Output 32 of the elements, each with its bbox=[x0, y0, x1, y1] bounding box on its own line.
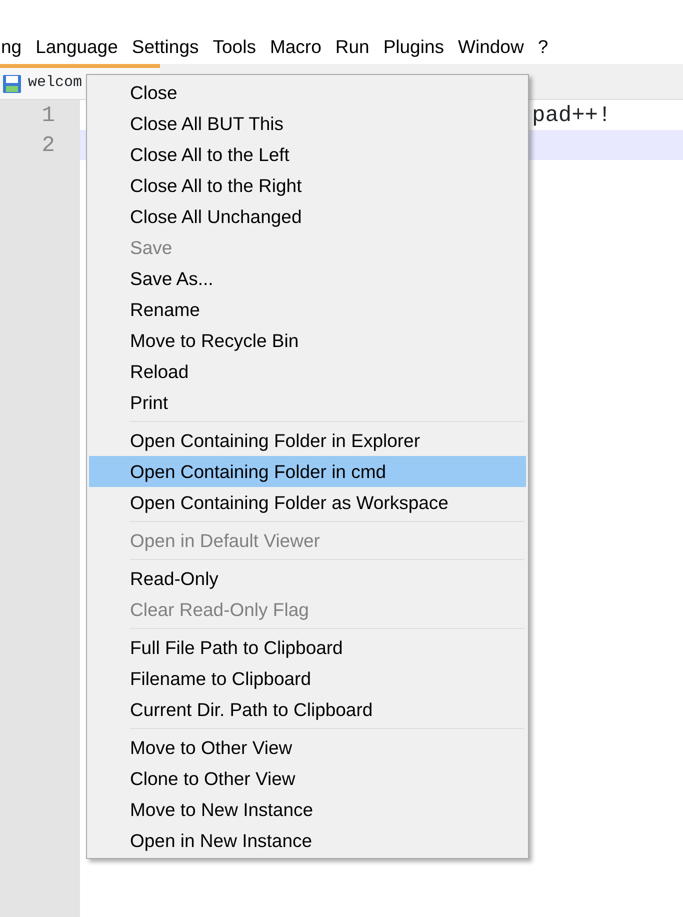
menu-item[interactable]: Move to Other View bbox=[89, 732, 526, 763]
menu-item[interactable]: Rename bbox=[89, 294, 526, 325]
menu-item[interactable]: Move to Recycle Bin bbox=[89, 325, 526, 356]
menu-item[interactable]: Read-Only bbox=[89, 563, 526, 594]
menu-item[interactable]: Save As... bbox=[89, 263, 526, 294]
menu-item[interactable]: Open Containing Folder in Explorer bbox=[89, 425, 526, 456]
save-icon bbox=[2, 74, 22, 94]
line-number: 1 bbox=[40, 102, 56, 130]
menu-item[interactable]: Current Dir. Path to Clipboard bbox=[89, 694, 526, 725]
menu-item[interactable]: Close All to the Right bbox=[89, 170, 526, 201]
menu-item[interactable]: Close All to the Left bbox=[89, 139, 526, 170]
menu-bar-item[interactable]: Plugins bbox=[376, 33, 451, 61]
menu-item[interactable]: Open Containing Folder as Workspace bbox=[89, 487, 526, 518]
menu-bar-item[interactable]: Macro bbox=[262, 33, 328, 61]
menu-item[interactable]: Close All BUT This bbox=[89, 108, 526, 139]
menu-item[interactable]: Open in New Instance bbox=[89, 825, 526, 856]
menu-bar-item[interactable]: ? bbox=[530, 33, 556, 61]
menu-bar-item[interactable]: Settings bbox=[124, 33, 206, 61]
menu-item[interactable]: Clone to Other View bbox=[89, 763, 526, 794]
menu-item[interactable]: Filename to Clipboard bbox=[89, 663, 526, 694]
menu-item[interactable]: Full File Path to Clipboard bbox=[89, 632, 526, 663]
code-text: pad++! bbox=[532, 102, 612, 130]
menu-bar-item[interactable]: Run bbox=[328, 33, 376, 61]
menu-item[interactable]: Move to New Instance bbox=[89, 794, 526, 825]
menu-item[interactable]: Open Containing Folder in cmd bbox=[89, 456, 526, 487]
menu-bar-item[interactable]: Language bbox=[28, 33, 125, 61]
menu-bar-item[interactable]: ng bbox=[0, 33, 29, 61]
menu-item[interactable]: Reload bbox=[89, 356, 526, 387]
menu-item[interactable]: Close All Unchanged bbox=[89, 201, 526, 232]
menu-bar-item[interactable]: Window bbox=[451, 33, 531, 61]
menu-item[interactable]: Print bbox=[89, 387, 526, 418]
menu-bar-item[interactable]: Tools bbox=[206, 33, 263, 61]
